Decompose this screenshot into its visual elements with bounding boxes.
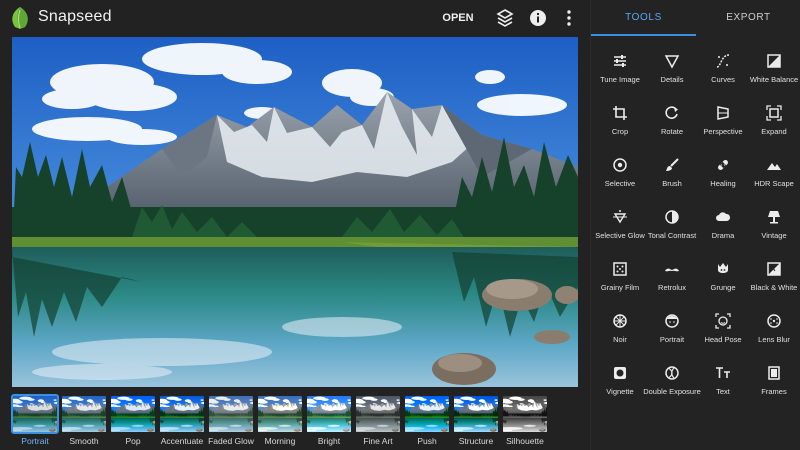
look-thumbnail xyxy=(111,396,155,432)
tool-vignette[interactable]: Vignette xyxy=(594,365,646,415)
tab-tools[interactable]: TOOLS xyxy=(591,0,696,36)
look-thumbnail xyxy=(258,396,302,432)
tool-white-balance[interactable]: White Balance xyxy=(748,53,800,103)
tool-black-white[interactable]: Black & White xyxy=(748,261,800,311)
lens-blur-icon xyxy=(767,314,781,328)
look-preset[interactable]: Smooth xyxy=(62,396,106,446)
head-pose-icon xyxy=(715,313,731,329)
look-label: Silhouette xyxy=(506,436,544,446)
crop-icon xyxy=(613,106,627,120)
black-white-icon xyxy=(767,262,781,276)
brush-icon xyxy=(666,158,679,171)
selective-glow-icon xyxy=(613,210,627,224)
details-icon xyxy=(664,55,680,69)
undo-stack-icon[interactable] xyxy=(494,7,516,29)
tab-export[interactable]: EXPORT xyxy=(696,0,800,36)
retrolux-icon xyxy=(665,268,679,272)
tool-selective-glow[interactable]: Selective Glow xyxy=(594,209,646,259)
look-preset[interactable]: Fine Art xyxy=(356,396,400,446)
tool-label: Lens Blur xyxy=(758,335,790,344)
more-options-icon[interactable] xyxy=(558,7,580,29)
info-icon[interactable] xyxy=(527,7,549,29)
tools-panel: TOOLS EXPORT Tune Image Details Curves Whit… xyxy=(590,0,800,450)
look-preset[interactable]: Push xyxy=(405,396,449,446)
photo-canvas[interactable] xyxy=(12,37,578,387)
drama-icon xyxy=(716,212,731,221)
frames-icon xyxy=(768,366,780,380)
hdr-scape-icon xyxy=(767,163,781,170)
editor-pane: Snapseed OPEN Portrait Smooth Pop Accentuat… xyxy=(0,0,590,450)
perspective-icon xyxy=(717,106,729,120)
look-preset[interactable]: Pop xyxy=(111,396,155,446)
tool-lens-blur[interactable]: Lens Blur xyxy=(748,313,800,363)
portrait-icon xyxy=(665,314,679,328)
look-preset[interactable]: Portrait xyxy=(11,394,59,446)
look-thumbnail xyxy=(62,396,106,432)
tool-label: HDR Scape xyxy=(754,179,794,188)
tool-crop[interactable]: Crop xyxy=(594,105,646,155)
white-balance-icon xyxy=(767,54,781,68)
grunge-icon xyxy=(718,263,728,273)
tool-frames[interactable]: Frames xyxy=(748,365,800,415)
tonal-contrast-icon xyxy=(665,210,679,224)
tool-hdr-scape[interactable]: HDR Scape xyxy=(748,157,800,207)
selective-icon xyxy=(613,158,627,172)
tool-vintage[interactable]: Vintage xyxy=(748,209,800,259)
open-button[interactable]: OPEN xyxy=(438,8,478,28)
top-app-bar: Snapseed OPEN xyxy=(0,0,590,36)
tool-noir[interactable]: Noir xyxy=(594,313,646,363)
grainy-film-icon xyxy=(613,262,627,276)
noir-icon xyxy=(613,314,627,328)
look-preset[interactable]: Structure xyxy=(454,396,498,446)
vignette-icon xyxy=(614,367,626,379)
tool-label: Expand xyxy=(761,127,787,136)
app-title: Snapseed xyxy=(38,8,112,25)
tool-label: Black & White xyxy=(750,283,798,292)
tool-label: Vintage xyxy=(761,231,787,240)
look-thumbnail xyxy=(11,394,59,434)
tool-grainy-film[interactable]: Grainy Film xyxy=(594,261,646,311)
healing-icon xyxy=(718,160,728,170)
look-thumbnail xyxy=(160,396,204,432)
look-thumbnail xyxy=(405,396,449,432)
look-thumbnail xyxy=(307,396,351,432)
rotate-icon xyxy=(665,106,678,119)
looks-strip: Portrait Smooth Pop Accentuate Faded Glow Mor… xyxy=(0,390,590,450)
snapseed-logo-icon xyxy=(12,7,28,29)
curves-icon xyxy=(716,54,730,68)
look-preset[interactable]: Bright xyxy=(307,396,351,446)
text-icon xyxy=(716,367,730,378)
active-tab-indicator xyxy=(591,34,696,36)
look-preset[interactable]: Faded Glow xyxy=(208,396,254,446)
look-preset[interactable]: Accentuate xyxy=(160,396,204,446)
expand-icon xyxy=(766,105,782,121)
look-thumbnail xyxy=(356,396,400,432)
look-preset[interactable]: Morning xyxy=(258,396,302,446)
tune-icon xyxy=(614,55,626,67)
vintage-icon xyxy=(768,211,780,224)
look-thumbnail xyxy=(503,396,547,432)
look-thumbnail xyxy=(209,396,253,432)
look-thumbnail xyxy=(454,396,498,432)
look-preset[interactable]: Silhouette xyxy=(503,396,547,446)
tool-expand[interactable]: Expand xyxy=(748,105,800,155)
tool-tune[interactable]: Tune Image xyxy=(594,53,646,103)
tool-selective[interactable]: Selective xyxy=(594,157,646,207)
double-exposure-icon xyxy=(665,366,679,380)
tool-label: Frames xyxy=(761,387,787,396)
tool-label: White Balance xyxy=(749,75,799,84)
